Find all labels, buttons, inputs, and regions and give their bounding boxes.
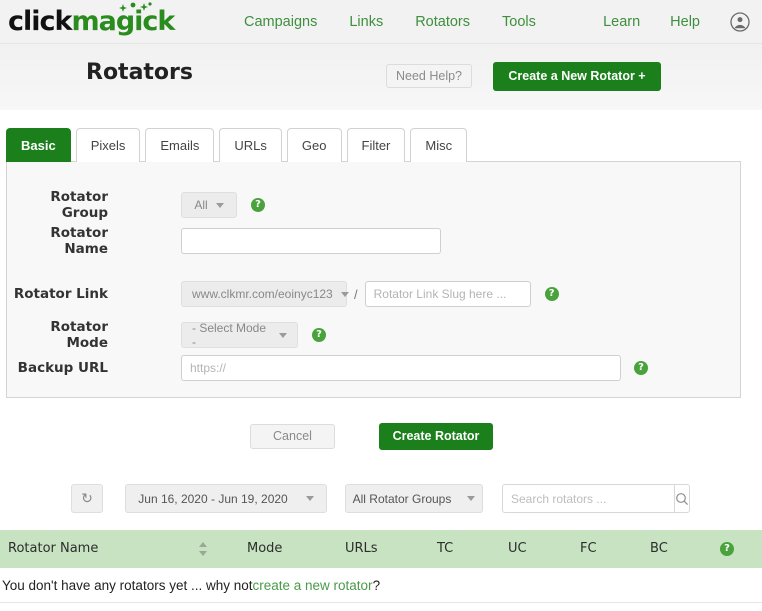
table-help-icon[interactable]: ? bbox=[720, 542, 734, 556]
create-new-rotator-link[interactable]: create a new rotator bbox=[252, 578, 372, 593]
label-rotator-group: Rotator Group bbox=[50, 189, 108, 221]
field-rotator-mode: Rotator Mode - Select Mode - ? bbox=[7, 319, 326, 351]
chevron-down-icon bbox=[340, 291, 349, 297]
backup-url-input[interactable] bbox=[181, 355, 621, 381]
refresh-icon[interactable]: ↻ bbox=[71, 484, 103, 513]
tab-pixels[interactable]: Pixels bbox=[75, 128, 141, 162]
url-separator: / bbox=[354, 286, 358, 302]
page-header: Rotators Need Help? Create a New Rotator… bbox=[0, 44, 762, 110]
empty-state-text-before: You don't have any rotators yet ... why … bbox=[2, 577, 253, 593]
nav-item-campaigns[interactable]: Campaigns bbox=[244, 14, 317, 30]
label-rotator-mode: Rotator Mode bbox=[50, 319, 108, 351]
rotator-link-domain-dropdown[interactable]: www.clkmr.com/eoinyc123 bbox=[181, 281, 349, 307]
field-rotator-group: Rotator Group All ? bbox=[7, 189, 265, 221]
rotator-name-input[interactable] bbox=[181, 228, 441, 254]
chevron-down-icon bbox=[305, 496, 314, 501]
column-header-urls[interactable]: URLs bbox=[345, 530, 378, 568]
backup-url-help-icon[interactable]: ? bbox=[634, 361, 648, 375]
rotator-group-value: All bbox=[194, 198, 208, 212]
column-header-uc[interactable]: UC bbox=[508, 530, 527, 568]
rotator-link-slug-input[interactable] bbox=[364, 281, 531, 307]
sort-updown-icon[interactable] bbox=[197, 541, 209, 557]
search-input[interactable] bbox=[502, 484, 674, 513]
label-backup-url: Backup URL bbox=[17, 360, 108, 376]
rotator-group-filter-dropdown[interactable]: All Rotator Groups bbox=[345, 484, 483, 513]
page-title: Rotators bbox=[86, 60, 193, 85]
table-header-row: Rotator Name Mode URLs TC UC FC BC ? bbox=[0, 530, 762, 568]
nav-item-links[interactable]: Links bbox=[349, 14, 383, 30]
column-header-bc[interactable]: BC bbox=[650, 530, 668, 568]
column-header-fc[interactable]: FC bbox=[580, 530, 597, 568]
chevron-down-icon bbox=[215, 202, 224, 208]
account-circle-icon[interactable] bbox=[730, 12, 750, 32]
sparkle-icon bbox=[119, 2, 152, 12]
logo-text-click: click bbox=[8, 6, 72, 37]
rotator-mode-value: - Select Mode - bbox=[192, 321, 267, 349]
tab-misc[interactable]: Misc bbox=[410, 128, 468, 162]
nav-item-learn[interactable]: Learn bbox=[603, 14, 640, 30]
create-new-rotator-button[interactable]: Create a New Rotator + bbox=[493, 62, 661, 91]
chevron-down-icon bbox=[467, 496, 476, 501]
rotator-mode-dropdown[interactable]: - Select Mode - bbox=[181, 321, 298, 349]
empty-state-text-after: ? bbox=[372, 577, 381, 593]
secondary-nav: Learn Help bbox=[603, 0, 750, 44]
nav-item-rotators[interactable]: Rotators bbox=[415, 14, 470, 30]
rotator-form-panel: Rotator Group All ? Rotator Name Rotator… bbox=[6, 161, 741, 398]
tab-geo[interactable]: Geo bbox=[286, 128, 342, 162]
date-range-picker[interactable]: Jun 16, 2020 - Jun 19, 2020 bbox=[125, 484, 327, 513]
empty-state-row: You don't have any rotators yet ... why … bbox=[0, 568, 762, 603]
need-help-button[interactable]: Need Help? bbox=[386, 64, 472, 88]
nav-item-help[interactable]: Help bbox=[670, 14, 700, 30]
field-rotator-name: Rotator Name bbox=[7, 225, 441, 257]
column-header-rotator-name[interactable]: Rotator Name bbox=[8, 530, 98, 568]
field-backup-url: Backup URL ? bbox=[7, 355, 648, 381]
field-rotator-link: Rotator Link www.clkmr.com/eoinyc123 / ? bbox=[7, 281, 559, 307]
tab-filter[interactable]: Filter bbox=[346, 128, 406, 162]
chevron-down-icon bbox=[279, 332, 287, 338]
rotator-group-filter-value: All Rotator Groups bbox=[352, 491, 452, 506]
primary-nav: Campaigns Links Rotators Tools bbox=[244, 0, 536, 44]
tab-basic[interactable]: Basic bbox=[6, 128, 71, 162]
search-button[interactable] bbox=[674, 484, 690, 513]
rotator-mode-help-icon[interactable]: ? bbox=[312, 328, 326, 342]
tab-bar: Basic Pixels Emails URLs Geo Filter Misc bbox=[6, 128, 468, 162]
tab-urls[interactable]: URLs bbox=[219, 128, 282, 162]
create-rotator-submit-button[interactable]: Create Rotator bbox=[379, 423, 493, 450]
rotator-link-domain-value: www.clkmr.com/eoinyc123 bbox=[192, 287, 333, 301]
column-header-tc[interactable]: TC bbox=[437, 530, 453, 568]
search-icon bbox=[676, 492, 689, 505]
rotator-group-help-icon[interactable]: ? bbox=[251, 198, 265, 212]
filter-toolbar: ↻ Jun 16, 2020 - Jun 19, 2020 All Rotato… bbox=[0, 484, 762, 514]
search-box bbox=[502, 484, 690, 513]
nav-item-tools[interactable]: Tools bbox=[502, 14, 536, 30]
column-header-mode[interactable]: Mode bbox=[247, 530, 282, 568]
cancel-button[interactable]: Cancel bbox=[250, 424, 335, 449]
label-rotator-name: Rotator Name bbox=[50, 225, 108, 257]
label-rotator-link: Rotator Link bbox=[13, 286, 108, 302]
top-navigation-bar: clickmagick Campaigns Links Rotators Too… bbox=[0, 0, 762, 44]
date-range-value: Jun 16, 2020 - Jun 19, 2020 bbox=[138, 491, 288, 506]
tab-emails[interactable]: Emails bbox=[145, 128, 215, 162]
rotator-group-dropdown[interactable]: All bbox=[181, 192, 237, 218]
rotator-link-help-icon[interactable]: ? bbox=[544, 287, 559, 301]
